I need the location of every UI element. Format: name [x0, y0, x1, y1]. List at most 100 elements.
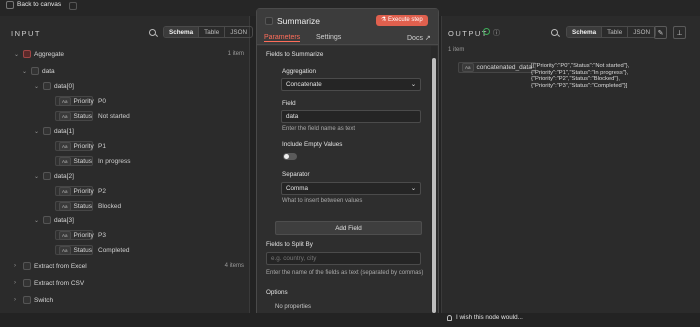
field-pill[interactable]: Aa Priority: [55, 186, 94, 196]
text-type-icon: Aa: [59, 201, 71, 211]
view-table[interactable]: Table: [602, 27, 629, 37]
search-icon[interactable]: [149, 29, 156, 36]
pin-output-button[interactable]: ⊥: [673, 26, 686, 39]
tree-node-extract-excel[interactable]: › Extract from Excel 4 items: [14, 261, 244, 271]
field-row: Aa Priority P1: [55, 141, 106, 151]
tree-node-data-0[interactable]: ⌄ data[0]: [34, 81, 74, 91]
field-row: Aa Status Not started: [55, 111, 130, 121]
object-icon: [43, 127, 51, 135]
view-schema[interactable]: Schema: [164, 27, 200, 37]
chevron-down-icon: ⌄: [34, 173, 40, 180]
field-pill[interactable]: Aa Status: [55, 245, 93, 255]
text-type-icon: Aa: [59, 96, 71, 106]
field-value: P0: [98, 97, 106, 105]
lightbulb-icon: [447, 314, 452, 321]
field-row: Aa Priority P0: [55, 96, 106, 106]
chevron-down-icon: ⌄: [14, 51, 20, 58]
node-label: data: [42, 67, 55, 75]
field-value: Completed: [98, 246, 130, 254]
tab-settings[interactable]: Settings: [316, 34, 341, 41]
options-empty: No properties: [275, 304, 312, 310]
item-count: 4 items: [224, 263, 244, 269]
chevron-down-icon: ⌄: [34, 217, 40, 224]
aggregation-label: Aggregation: [282, 68, 316, 75]
add-field-button[interactable]: Add Field: [275, 221, 422, 235]
field-value: Not started: [98, 112, 130, 120]
tree-node-data-1[interactable]: ⌄ data[1]: [34, 126, 74, 136]
fields-to-split-label: Fields to Split By: [266, 241, 313, 248]
parameters-body: Fields to Summarize Aggregation Concaten…: [257, 46, 438, 326]
text-type-icon: Aa: [59, 111, 71, 121]
text-type-icon: Aa: [59, 141, 71, 151]
close-icon[interactable]: [69, 2, 77, 10]
view-json[interactable]: JSON: [628, 27, 655, 37]
chevron-down-icon: ⌄: [410, 81, 416, 88]
scrollbar-thumb[interactable]: [432, 58, 436, 313]
text-type-icon: Aa: [59, 186, 71, 196]
back-arrow-icon: [6, 0, 14, 9]
chevron-down-icon: ⌄: [22, 68, 28, 75]
tree-node-data[interactable]: ⌄ data: [22, 66, 55, 76]
field-value: In progress: [98, 157, 131, 165]
tree-node-extract-csv[interactable]: › Extract from CSV: [14, 278, 84, 288]
separator-select[interactable]: Comma ⌄: [281, 182, 421, 195]
search-icon[interactable]: [551, 29, 558, 36]
output-item-count: 1 item: [448, 47, 465, 53]
modal-header: Summarize ⚗ Execute step Parameters Sett…: [257, 9, 438, 45]
separator-hint: What to insert between values: [282, 198, 363, 204]
back-to-canvas-button[interactable]: Back to canvas: [6, 0, 61, 9]
node-title[interactable]: Summarize: [277, 16, 320, 26]
field-pill[interactable]: Aa Status: [55, 156, 93, 166]
tree-node-aggregate[interactable]: ⌄ Aggregate 1 item: [14, 49, 244, 59]
tree-node-switch[interactable]: › Switch: [14, 295, 53, 305]
field-pill[interactable]: Aa Priority: [55, 230, 94, 240]
pencil-icon: ✎: [657, 29, 664, 37]
concatenated-value: [{"Priority":"P0","Status":"Not started"…: [531, 63, 630, 89]
tree-node-data-2[interactable]: ⌄ data[2]: [34, 171, 74, 181]
tab-parameters[interactable]: Parameters: [264, 34, 301, 42]
field-pill[interactable]: Aa Priority: [55, 141, 94, 151]
text-type-icon: Aa: [59, 245, 71, 255]
field-pill[interactable]: Aa Priority: [55, 96, 94, 106]
view-table[interactable]: Table: [199, 27, 226, 37]
fields-to-summarize-label: Fields to Summarize: [266, 51, 324, 58]
field-pill[interactable]: Aa Status: [55, 201, 93, 211]
object-icon: [43, 216, 51, 224]
tree-node-data-3[interactable]: ⌄ data[3]: [34, 215, 74, 225]
output-view-switcher: Schema Table JSON: [566, 26, 657, 38]
field-input[interactable]: data: [281, 110, 421, 123]
info-icon[interactable]: ⓘ: [493, 28, 500, 38]
input-panel: INPUT Schema Table JSON ⌄ Aggregate 1 it…: [0, 16, 254, 313]
success-check-icon: [483, 28, 490, 35]
view-json[interactable]: JSON: [225, 27, 252, 37]
flask-icon: ⚗: [381, 17, 389, 23]
docs-link[interactable]: Docs ↗: [407, 34, 431, 42]
field-row: Aa Status In progress: [55, 156, 131, 166]
external-link-icon: ↗: [424, 35, 431, 42]
field-row: Aa Status Completed: [55, 245, 129, 255]
field-row: Aa Status Blocked: [55, 201, 121, 211]
feedback-link[interactable]: I wish this node would...: [447, 314, 523, 321]
include-empty-toggle[interactable]: [283, 153, 297, 160]
node-label: Extract from Excel: [34, 262, 87, 270]
aggregation-select[interactable]: Concatenate ⌄: [281, 78, 421, 91]
edit-output-button[interactable]: ✎: [654, 26, 667, 39]
excel-node-icon: [23, 262, 31, 270]
field-pill[interactable]: Aa concatenated_data: [458, 62, 536, 73]
node-label: data[3]: [54, 216, 74, 224]
switch-node-icon: [23, 296, 31, 304]
chevron-right-icon: ›: [14, 280, 16, 286]
object-icon: [43, 172, 51, 180]
view-schema[interactable]: Schema: [567, 27, 603, 37]
input-view-switcher: Schema Table JSON: [163, 26, 254, 38]
field-pill[interactable]: Aa Status: [55, 111, 93, 121]
node-label: data[1]: [54, 127, 74, 135]
split-hint: Enter the name of the fields as text (se…: [266, 270, 424, 276]
node-label: Switch: [34, 296, 54, 304]
field-row: Aa Priority P2: [55, 186, 106, 196]
execute-step-button[interactable]: ⚗ Execute step: [376, 15, 428, 26]
field-value: Blocked: [98, 202, 122, 210]
split-fields-input[interactable]: e.g. country, city: [266, 252, 421, 265]
object-icon: [31, 67, 39, 75]
back-to-canvas-label: Back to canvas: [17, 1, 62, 8]
